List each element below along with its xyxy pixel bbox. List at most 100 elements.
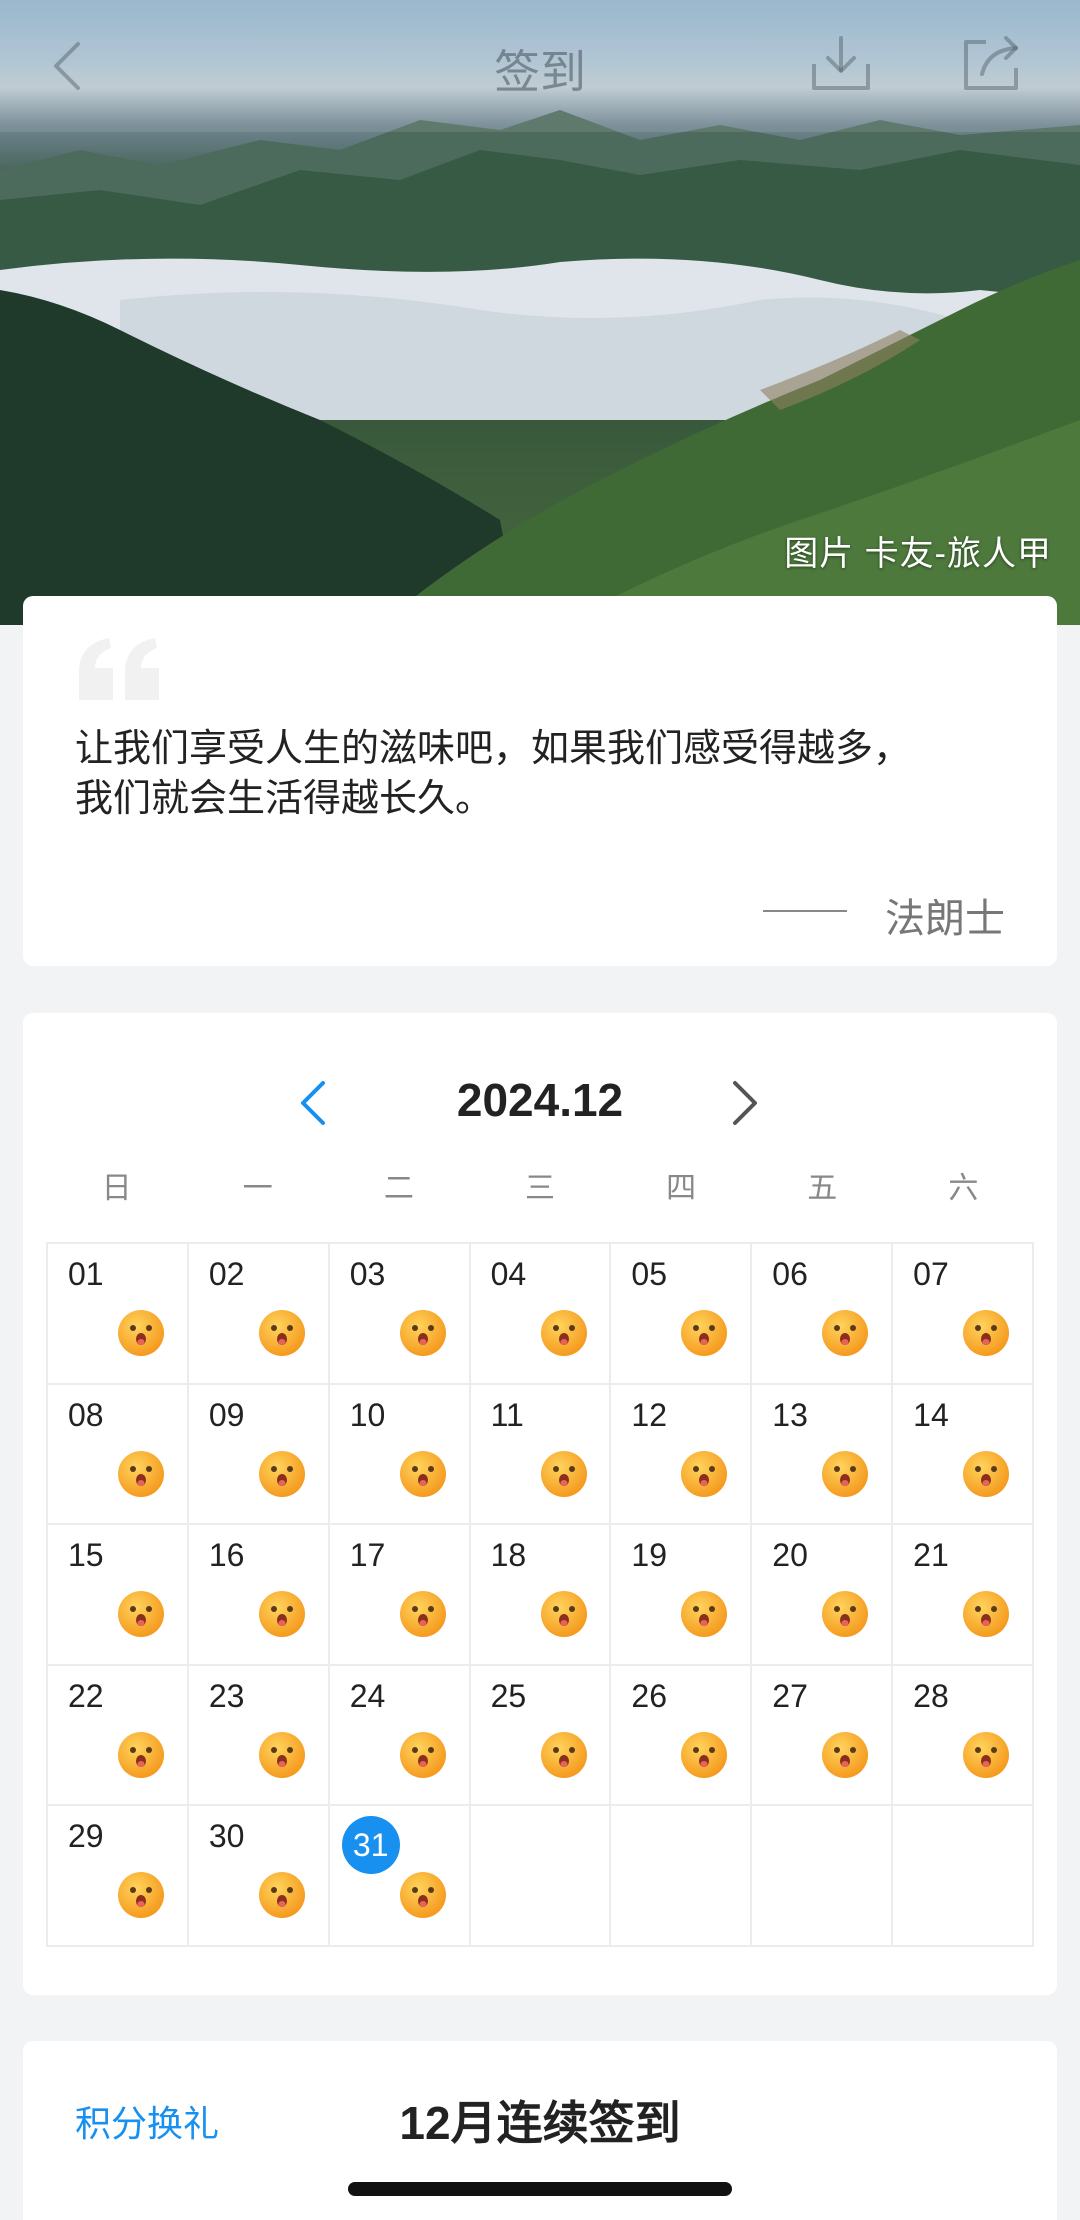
- calendar-day-cell[interactable]: 25: [470, 1665, 612, 1807]
- quotation-mark-icon: [79, 638, 159, 700]
- quote-author: 法朗士: [885, 897, 1005, 941]
- smiley-face-icon: [963, 1450, 1010, 1497]
- smiley-face-icon: [681, 1731, 728, 1778]
- next-month-button[interactable]: [713, 1067, 773, 1137]
- calendar-day-cell[interactable]: 24: [329, 1665, 471, 1807]
- weekday-tue: 二: [383, 1172, 414, 1205]
- date-number: 14: [913, 1396, 949, 1433]
- date-number: 02: [208, 1256, 245, 1292]
- quote-line-1: 让我们享受人生的滋味吧，如果我们感受得越多，: [75, 728, 912, 770]
- calendar-card: 2024.12 日 一 二 三 四 五 六 01 02 03 04 05 06 07 08 09…: [23, 1013, 1057, 1995]
- date-number: 06: [772, 1256, 808, 1292]
- calendar-day-cell[interactable]: 15: [48, 1525, 189, 1666]
- smiley-face-icon: [258, 1591, 305, 1638]
- weekday-header-row: 日 一 二 三 四 五 六: [46, 1163, 1034, 1207]
- date-number: 30: [208, 1818, 245, 1855]
- calendar-day-cell[interactable]: 17: [329, 1525, 471, 1666]
- smiley-face-icon: [822, 1591, 869, 1638]
- calendar-day-cell[interactable]: 29: [48, 1806, 189, 1947]
- date-number: 19: [631, 1537, 668, 1574]
- date-number: 09: [208, 1396, 245, 1433]
- date-number: 05: [631, 1256, 668, 1292]
- download-icon[interactable]: [808, 28, 874, 98]
- calendar-day-cell[interactable]: 19: [611, 1525, 753, 1666]
- calendar-day-cell[interactable]: 16: [188, 1525, 330, 1666]
- calendar-day-cell[interactable]: 23: [188, 1665, 330, 1807]
- smiley-face-icon: [258, 1731, 305, 1778]
- date-number: 15: [68, 1537, 104, 1574]
- calendar-day-cell[interactable]: 26: [611, 1665, 753, 1807]
- smiley-face-icon: [399, 1591, 446, 1638]
- calendar-day-cell[interactable]: 06: [752, 1244, 894, 1385]
- smiley-face-icon: [540, 1310, 587, 1356]
- calendar-day-cell[interactable]: 14: [893, 1384, 1034, 1526]
- smiley-face-icon: [822, 1450, 869, 1497]
- weekday-sat: 六: [948, 1172, 979, 1205]
- calendar-day-cell[interactable]: 20: [752, 1525, 894, 1666]
- date-number: 03: [349, 1256, 386, 1292]
- date-number: 04: [490, 1256, 527, 1292]
- calendar-day-cell[interactable]: 09: [188, 1384, 330, 1526]
- calendar-day-cell[interactable]: 13: [752, 1384, 894, 1526]
- hero-landscape-image: 签到 图片 卡友-旅人甲: [0, 0, 1080, 625]
- smiley-face-icon: [540, 1731, 587, 1778]
- smiley-face-icon: [822, 1310, 869, 1356]
- calendar-day-cell[interactable]: 05: [611, 1244, 753, 1385]
- calendar-day-cell[interactable]: 18: [470, 1525, 612, 1666]
- smiley-face-icon: [963, 1310, 1010, 1356]
- weekday-fri: 五: [807, 1172, 838, 1205]
- calendar-day-cell[interactable]: 12: [611, 1384, 753, 1526]
- calendar-day-cell[interactable]: 08: [48, 1384, 189, 1526]
- smiley-face-icon: [540, 1450, 587, 1497]
- date-number: 21: [913, 1537, 949, 1574]
- date-number: 13: [772, 1396, 808, 1433]
- date-number: 01: [68, 1256, 104, 1292]
- smiley-face-icon: [681, 1310, 728, 1356]
- calendar-day-cell[interactable]: 22: [48, 1665, 189, 1807]
- smiley-face-icon: [822, 1731, 869, 1778]
- share-icon[interactable]: [958, 28, 1024, 98]
- date-number: 12: [631, 1396, 668, 1433]
- calendar-day-cell[interactable]: 10: [329, 1384, 471, 1526]
- date-number: 08: [68, 1396, 104, 1433]
- smiley-face-icon: [399, 1310, 446, 1356]
- smiley-face-icon: [399, 1450, 446, 1497]
- calendar-empty-cell: [611, 1806, 753, 1947]
- calendar-day-cell[interactable]: 27: [752, 1665, 894, 1807]
- quote-line-2: 我们就会生活得越长久。: [75, 778, 494, 820]
- quote-card: 让我们享受人生的滋味吧，如果我们感受得越多， 我们就会生活得越长久。 法朗士: [23, 596, 1057, 966]
- smiley-face-icon: [118, 1591, 164, 1638]
- top-navigation-bar: 签到: [0, 0, 1080, 132]
- photo-credit: 图片 卡友-旅人甲: [784, 535, 1052, 573]
- calendar-day-cell[interactable]: 30: [188, 1806, 330, 1947]
- home-indicator[interactable]: [348, 2182, 732, 2196]
- quote-text: 让我们享受人生的滋味吧，如果我们感受得越多， 我们就会生活得越长久。: [75, 724, 1015, 824]
- date-number: 24: [349, 1677, 386, 1714]
- date-number: 26: [631, 1677, 668, 1714]
- calendar-day-cell[interactable]: 11: [470, 1384, 612, 1526]
- date-number: 20: [772, 1537, 808, 1574]
- calendar-day-cell[interactable]: 07: [893, 1244, 1034, 1385]
- smiley-face-icon: [540, 1591, 587, 1638]
- calendar-day-cell[interactable]: 21: [893, 1525, 1034, 1666]
- date-number: 28: [913, 1677, 949, 1714]
- calendar-day-cell[interactable]: 03: [329, 1244, 471, 1385]
- date-number: 22: [68, 1677, 104, 1714]
- date-number: 29: [68, 1818, 104, 1855]
- calendar-day-cell[interactable]: 02: [188, 1244, 330, 1385]
- calendar-empty-cell: [752, 1806, 894, 1947]
- smiley-face-icon: [258, 1872, 305, 1919]
- date-number: 18: [490, 1537, 527, 1574]
- calendar-day-cell[interactable]: 31: [329, 1806, 471, 1947]
- calendar-day-cell[interactable]: 04: [470, 1244, 612, 1385]
- calendar-month-label: 2024.12: [456, 1074, 624, 1126]
- calendar-day-cell[interactable]: 28: [893, 1665, 1034, 1807]
- weekday-thu: 四: [666, 1172, 697, 1205]
- smiley-face-icon: [399, 1731, 446, 1778]
- smiley-face-icon: [118, 1731, 164, 1778]
- author-dash: [763, 910, 847, 912]
- calendar-day-cell[interactable]: 01: [48, 1244, 189, 1385]
- weekday-sun: 日: [101, 1172, 132, 1205]
- smiley-face-icon: [258, 1450, 305, 1497]
- date-number: 11: [490, 1396, 524, 1433]
